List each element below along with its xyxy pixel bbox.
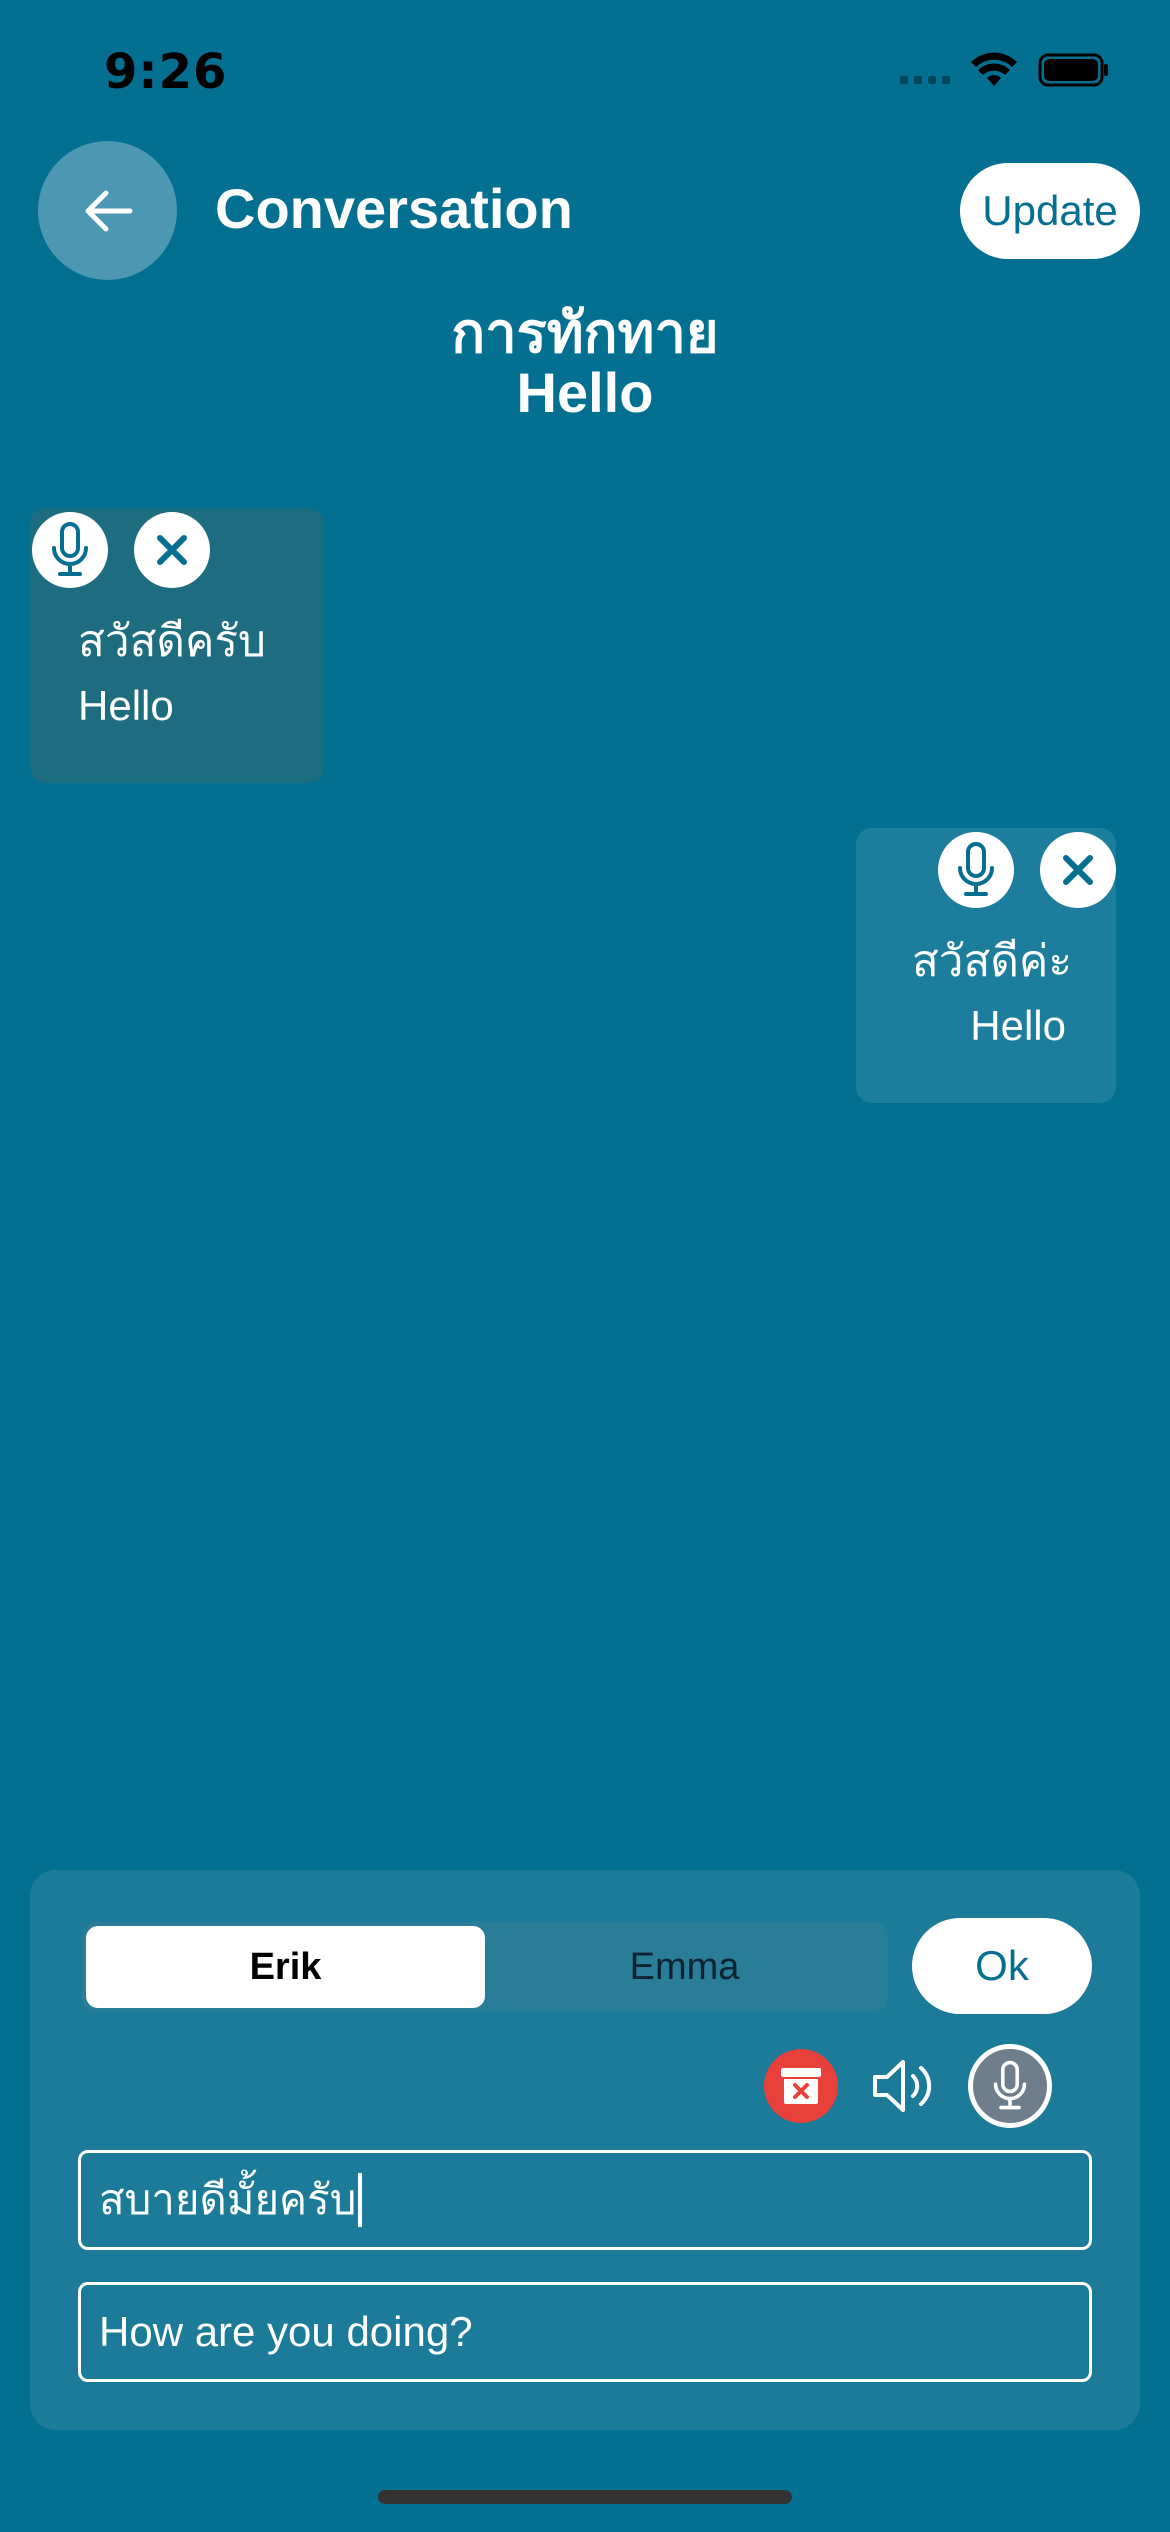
delete-archive-icon bbox=[781, 2068, 821, 2104]
speaker-icon bbox=[873, 2060, 932, 2112]
microphone-icon bbox=[958, 842, 994, 896]
update-button[interactable]: Update bbox=[960, 163, 1140, 259]
arrow-left-icon bbox=[85, 190, 132, 231]
page-title: Conversation bbox=[215, 177, 573, 240]
status-time: 9:26 bbox=[104, 44, 228, 100]
thai-field-value: สบายดีมั้ยครับ bbox=[99, 2175, 357, 2224]
english-text-field[interactable]: How are you doing? bbox=[78, 2282, 1092, 2382]
ok-button[interactable]: Ok bbox=[912, 1918, 1092, 2014]
message-english-text: Hello bbox=[970, 1002, 1066, 1049]
close-icon bbox=[1063, 855, 1093, 885]
english-field-value: How are you doing? bbox=[99, 2308, 473, 2355]
delete-archive-button[interactable] bbox=[764, 2049, 838, 2123]
thai-text-field[interactable]: สบายดีมั้ยครับ bbox=[78, 2150, 1092, 2250]
message-thai-text: สวัสดีครับ bbox=[78, 616, 266, 667]
composer-panel: Erik Emma Ok สบายดีมั้ยครับ How are you … bbox=[30, 1870, 1140, 2430]
wifi-icon bbox=[971, 52, 1017, 86]
message-mic-button[interactable] bbox=[938, 832, 1014, 908]
message-english-text: Hello bbox=[78, 682, 174, 729]
message-delete-button[interactable] bbox=[134, 512, 210, 588]
microphone-icon bbox=[52, 522, 88, 576]
speaker-option-emma[interactable]: Emma bbox=[485, 1926, 884, 2008]
conversation-screen: 9:26 Conversation Update การทักทาย Hello bbox=[0, 0, 1170, 2532]
message-thai-text: สวัสดีค่ะ bbox=[911, 936, 1072, 987]
text-cursor bbox=[358, 2173, 363, 2227]
speaker-button[interactable] bbox=[866, 2049, 940, 2123]
battery-icon bbox=[1038, 53, 1108, 87]
record-button[interactable] bbox=[968, 2044, 1052, 2128]
microphone-icon bbox=[993, 2060, 1027, 2110]
status-icons bbox=[900, 52, 1110, 88]
back-button[interactable] bbox=[38, 141, 177, 280]
close-icon bbox=[157, 535, 187, 565]
speaker-option-erik[interactable]: Erik bbox=[86, 1926, 485, 2008]
message-bubble-right: สวัสดีค่ะ Hello bbox=[856, 828, 1116, 1103]
message-delete-button[interactable] bbox=[1040, 832, 1116, 908]
message-bubble-left: สวัสดีครับ Hello bbox=[30, 508, 324, 783]
topic-title-english: Hello bbox=[516, 361, 654, 424]
speaker-segmented-control: Erik Emma bbox=[82, 1922, 888, 2012]
status-bar: 9:26 bbox=[0, 0, 1170, 140]
home-indicator[interactable] bbox=[378, 2490, 792, 2504]
message-mic-button[interactable] bbox=[32, 512, 108, 588]
composer-tools bbox=[764, 2044, 1052, 2128]
signal-icon bbox=[900, 56, 950, 84]
